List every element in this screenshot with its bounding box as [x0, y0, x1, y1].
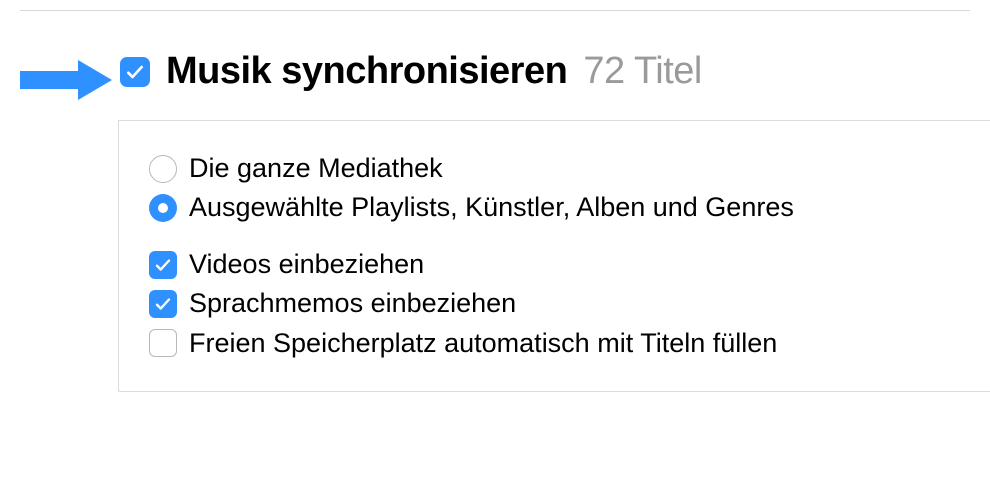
include-voice-memos-checkbox[interactable]: [149, 290, 177, 318]
radio-selected-items-label: Ausgewählte Playlists, Künstler, Alben u…: [189, 188, 794, 227]
include-videos-label: Videos einbeziehen: [189, 245, 424, 284]
divider: [20, 10, 970, 11]
autofill-free-space-label: Freien Speicherplatz automatisch mit Tit…: [189, 324, 777, 363]
sync-music-header: Musik synchronisieren 72 Titel: [120, 50, 702, 93]
autofill-free-space-checkbox[interactable]: [149, 329, 177, 357]
sync-music-checkbox[interactable]: [120, 57, 150, 87]
sync-options-panel: Die ganze Mediathek Ausgewählte Playlist…: [118, 120, 990, 392]
check-icon: [125, 62, 145, 82]
radio-row-selected-items: Ausgewählte Playlists, Künstler, Alben u…: [149, 188, 962, 227]
include-videos-checkbox[interactable]: [149, 251, 177, 279]
checkbox-row-include-voice-memos: Sprachmemos einbeziehen: [149, 284, 962, 323]
radio-entire-library[interactable]: [149, 155, 177, 183]
radio-selected-items[interactable]: [149, 194, 177, 222]
sync-music-title: Musik synchronisieren: [166, 50, 567, 93]
callout-arrow-icon: [20, 58, 112, 102]
radio-entire-library-label: Die ganze Mediathek: [189, 149, 443, 188]
check-icon: [154, 256, 172, 274]
check-icon: [154, 295, 172, 313]
checkbox-row-autofill-free-space: Freien Speicherplatz automatisch mit Tit…: [149, 324, 962, 363]
checkbox-row-include-videos: Videos einbeziehen: [149, 245, 962, 284]
sync-music-count: 72 Titel: [583, 50, 702, 93]
include-voice-memos-label: Sprachmemos einbeziehen: [189, 284, 516, 323]
radio-row-entire-library: Die ganze Mediathek: [149, 149, 962, 188]
